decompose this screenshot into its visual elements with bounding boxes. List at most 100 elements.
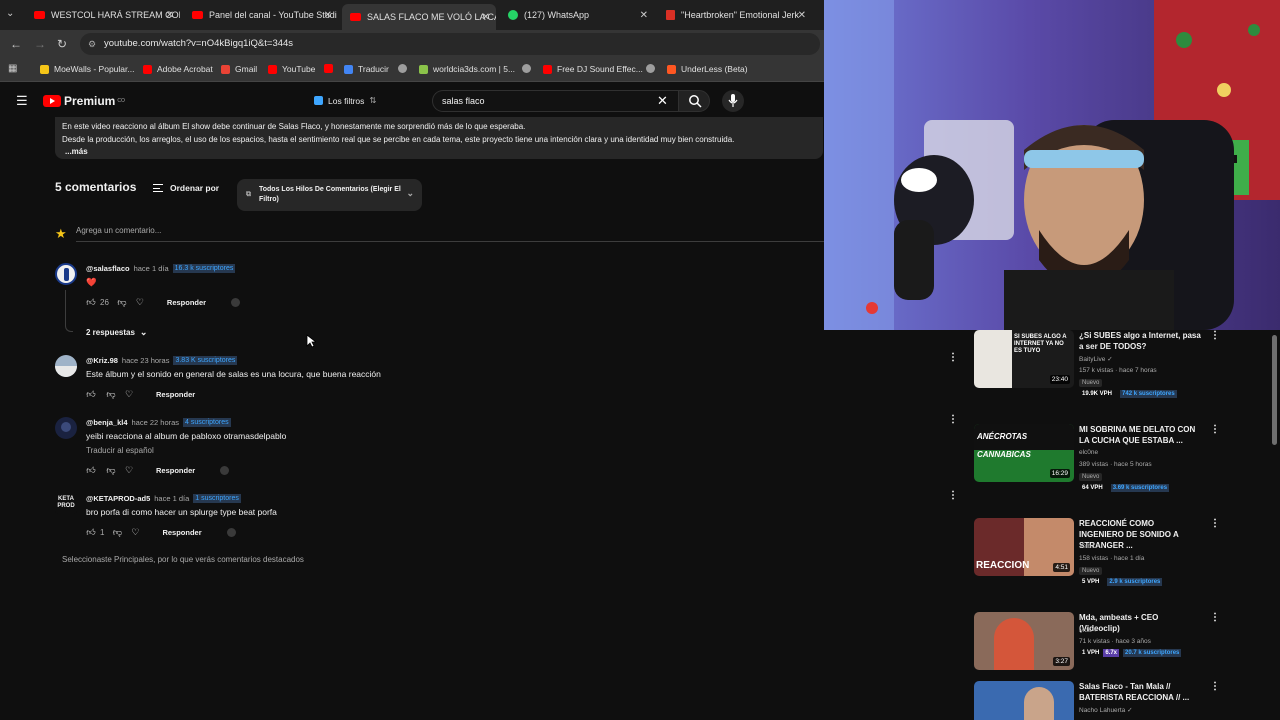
recommendation-item[interactable]: 3:27 Mda, ambeats + CEO (Videoclip) Mda …	[974, 612, 1274, 672]
back-arrow-icon[interactable]: ←	[10, 37, 22, 51]
comment-author[interactable]: @salasflaco	[86, 264, 130, 273]
more-options-icon[interactable]: ⋮	[1210, 612, 1220, 623]
close-icon[interactable]: ✕	[640, 10, 648, 21]
video-title[interactable]: MI SOBRINA ME DELATO CON LA CUCHA QUE ES…	[1079, 424, 1201, 446]
close-icon[interactable]: ✕	[324, 10, 332, 21]
thumbs-down-icon[interactable]: 👎︎	[104, 389, 118, 400]
heart-icon[interactable]: ♡	[122, 465, 136, 476]
recommendation-item[interactable]: ANÉCROTAS CANNABICAS 16:29 MI SOBRINA ME…	[974, 424, 1274, 492]
bookmark-item[interactable]: UnderLess (Beta)	[667, 64, 748, 74]
comment-time[interactable]: hace 22 horas	[132, 418, 180, 427]
reply-button[interactable]: Responder	[162, 528, 201, 537]
site-info-icon[interactable]: ⚙	[88, 33, 96, 55]
thumbs-down-icon[interactable]: 👎︎	[104, 465, 118, 476]
video-thumbnail[interactable]	[974, 681, 1074, 720]
video-title[interactable]: REACCIONÉ COMO INGENIERO DE SONIDO A STR…	[1079, 518, 1201, 551]
reply-button[interactable]: Responder	[156, 466, 195, 475]
video-title[interactable]: ¿Si SUBES algo a Internet, pasa a ser DE…	[1079, 330, 1201, 352]
scrollbar-thumb[interactable]	[1272, 335, 1277, 445]
avatar[interactable]	[55, 355, 77, 377]
show-more-link[interactable]: ...más	[62, 146, 816, 159]
reply-button[interactable]: Responder	[156, 390, 195, 399]
browser-tab[interactable]: (127) WhatsApp ✕	[500, 4, 654, 26]
recommendation-item[interactable]: REACCION 4:51 REACCIONÉ COMO INGENIERO D…	[974, 518, 1274, 586]
thumbs-down-icon[interactable]: 👎︎	[115, 297, 129, 308]
youtube-logo[interactable]: Premium CO	[43, 94, 125, 108]
url-input[interactable]: ⚙ youtube.com/watch?v=nO4kBigq1iQ&t=344s	[80, 33, 820, 55]
bookmark-item[interactable]: Adobe Acrobat	[143, 64, 213, 74]
video-thumbnail[interactable]: REACCION 4:51	[974, 518, 1074, 576]
channel-name[interactable]: Nacho Lahuerta ✓	[1079, 706, 1133, 714]
comment-filter-dropdown[interactable]: ⧉ Todos Los Hilos De Comentarios (Elegir…	[237, 179, 422, 211]
bookmark-item[interactable]: worldcia3ds.com | 5...	[419, 64, 515, 74]
search-input[interactable]: salas flaco	[432, 90, 678, 112]
heart-icon[interactable]: ♡	[133, 297, 147, 308]
more-options-icon[interactable]: ⋮	[948, 414, 958, 425]
more-options-icon[interactable]: ⋮	[1210, 518, 1220, 529]
thumbs-up-icon[interactable]: 👍︎	[84, 297, 98, 308]
bookmark-item[interactable]	[522, 64, 536, 73]
thumbs-up-icon[interactable]: 👍︎	[84, 527, 98, 538]
comment-time[interactable]: hace 1 día	[154, 494, 189, 503]
video-title[interactable]: Salas Flaco - Tan Mala // BATERISTA REAC…	[1079, 681, 1201, 703]
search-button[interactable]	[678, 90, 710, 112]
avatar[interactable]	[55, 417, 77, 439]
channel-name[interactable]: Mda ✓	[1079, 626, 1099, 634]
more-options-icon[interactable]: ⋮	[1210, 681, 1220, 692]
comment-author[interactable]: @KETAPROD-ad5	[86, 494, 150, 503]
channel-name[interactable]: elc0ne	[1079, 449, 1098, 456]
more-options-icon[interactable]: ⋮	[1210, 424, 1220, 435]
recommendation-item[interactable]: Salas Flaco - Tan Mala // BATERISTA REAC…	[974, 681, 1274, 720]
replies-toggle[interactable]: 2 respuestas ⌄	[86, 327, 147, 338]
filters-button[interactable]: Los filtros ⇅	[314, 95, 377, 106]
bookmark-item[interactable]	[646, 64, 660, 73]
tab-search-icon[interactable]: ⌄	[6, 8, 14, 19]
close-icon[interactable]: ✕	[482, 12, 490, 23]
heart-icon[interactable]: ♡	[128, 527, 142, 538]
new-badge: Nuevo	[1079, 473, 1103, 481]
close-icon[interactable]: ✕	[798, 10, 806, 21]
video-thumbnail[interactable]: SI SUBES ALGO A INTERNET YA NO ES TUYO 2…	[974, 330, 1074, 388]
bookmark-item[interactable]	[398, 64, 412, 73]
voice-search-button[interactable]	[722, 90, 744, 112]
browser-tab[interactable]: "Heartbroken" Emotional Jerk ✕	[658, 4, 812, 26]
reply-button[interactable]: Responder	[167, 298, 206, 307]
browser-tab[interactable]: WESTCOL HARÁ STREAM CON ✕	[26, 4, 180, 26]
add-comment-input[interactable]: Agrega un comentario...	[76, 226, 824, 242]
translate-link[interactable]: Traducir al español	[86, 446, 154, 455]
bookmark-item[interactable]: Free DJ Sound Effec...	[543, 64, 643, 74]
clear-icon[interactable]: ✕	[657, 93, 668, 109]
bookmark-item[interactable]	[324, 64, 338, 73]
thumbs-down-icon[interactable]: 👎︎	[110, 527, 124, 538]
bookmark-item[interactable]: MoeWalls - Popular...	[40, 64, 134, 74]
sort-button[interactable]: Ordenar por	[153, 183, 219, 193]
close-icon[interactable]: ✕	[166, 10, 174, 21]
browser-tab[interactable]: Panel del canal - YouTube Studi ✕	[184, 4, 338, 26]
thumbs-up-icon[interactable]: 👍︎	[84, 465, 98, 476]
comment-author[interactable]: @benja_kl4	[86, 418, 128, 427]
bookmark-item[interactable]: Traducir	[344, 64, 389, 74]
menu-icon[interactable]: ☰	[16, 93, 28, 109]
more-options-icon[interactable]: ⋮	[948, 352, 958, 363]
video-description[interactable]: En este video reacciono al álbum El show…	[55, 117, 823, 159]
heart-icon[interactable]: ♡	[122, 389, 136, 400]
apps-grid-icon[interactable]: ▦	[8, 63, 17, 74]
bookmark-item[interactable]: YouTube	[268, 64, 315, 74]
comment-time[interactable]: hace 1 día	[134, 264, 169, 273]
comment-time[interactable]: hace 23 horas	[122, 356, 170, 365]
channel-name[interactable]: BaityLive ✓	[1079, 355, 1113, 363]
channel-name[interactable]: Yeibi	[1079, 543, 1093, 550]
more-options-icon[interactable]: ⋮	[948, 490, 958, 501]
avatar[interactable]	[55, 263, 77, 285]
video-thumbnail[interactable]: ANÉCROTAS CANNABICAS 16:29	[974, 424, 1074, 482]
more-options-icon[interactable]: ⋮	[1210, 330, 1220, 341]
avatar[interactable]: KETA PROD	[55, 492, 77, 514]
bookmark-item[interactable]: Gmail	[221, 64, 257, 74]
video-thumbnail[interactable]: 3:27	[974, 612, 1074, 670]
forward-arrow-icon[interactable]: →	[34, 37, 46, 51]
browser-tab-active[interactable]: SALAS FLACO ME VOLÓ LA CA ✕	[342, 4, 496, 30]
comment-author[interactable]: @Kriz.98	[86, 356, 118, 365]
recommendation-item[interactable]: SI SUBES ALGO A INTERNET YA NO ES TUYO 2…	[974, 330, 1274, 398]
thumbs-up-icon[interactable]: 👍︎	[84, 389, 98, 400]
reload-icon[interactable]: ↻	[57, 37, 67, 51]
